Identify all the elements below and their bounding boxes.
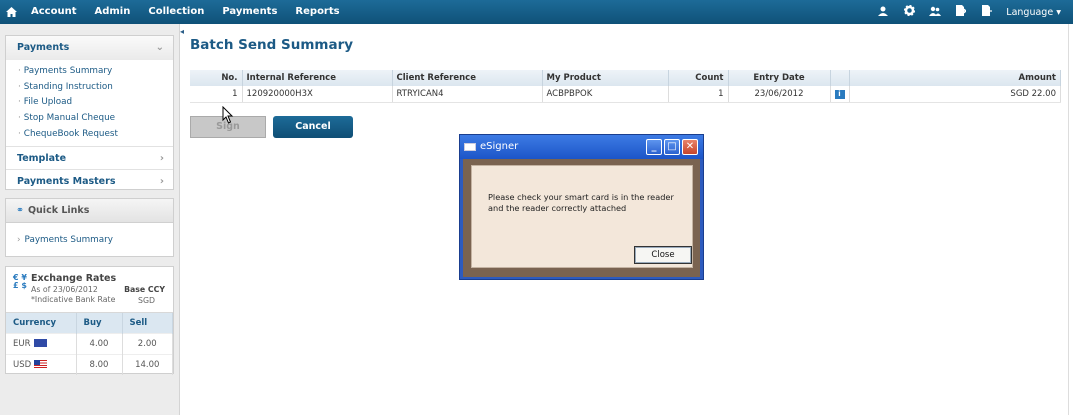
sidebar-item-chequebook-request[interactable]: · ChequeBook Request (6, 127, 173, 143)
cell-internal-reference: 120920000H3X (242, 86, 393, 103)
users-icon[interactable] (922, 6, 948, 19)
chevron-right-icon: › (159, 153, 164, 165)
currency-symbols-icon: € ¥ £ $ (13, 273, 27, 290)
column-header: Sell (122, 313, 173, 333)
column-header-internal-reference: Internal Reference (242, 70, 393, 86)
esigner-dialog: eSigner _ □ ✕ Please check your smart ca… (459, 134, 704, 280)
sidebar-item-payments-masters[interactable]: Payments Masters › (6, 169, 173, 192)
column-header-my-product: My Product (542, 70, 669, 86)
currency-code: USD (13, 359, 32, 370)
caret-down-icon: ▾ (1056, 6, 1061, 18)
quick-links-header: ⚭ Quick Links (6, 199, 173, 223)
sidebar: Payments ⌄ · Payments Summary · Standing I… (0, 24, 180, 415)
sidebar-item-standing-instruction[interactable]: · Standing Instruction (6, 80, 173, 96)
base-ccy-value: SGD (138, 296, 155, 305)
batch-table: No. Internal Reference Client Reference … (190, 70, 1061, 103)
table-row[interactable]: 1 120920000H3X RTRYICAN4 ACBPBPOK 1 23/0… (190, 86, 1061, 103)
menu-account[interactable]: Account (22, 0, 85, 24)
column-header: Buy (76, 313, 123, 333)
chevron-down-icon[interactable]: ⌄ (156, 36, 164, 60)
us-flag-icon (34, 360, 48, 369)
vertical-scrollbar[interactable] (1068, 24, 1073, 415)
window-app-icon (464, 143, 476, 151)
cell-client-reference: RTRYICAN4 (392, 86, 543, 103)
exchange-rates-date: As of 23/06/2012 (31, 285, 98, 294)
sidebar-item-stop-manual-cheque[interactable]: · Stop Manual Cheque (6, 111, 173, 127)
top-navigation-bar: Account Admin Collection Payments Report… (0, 0, 1073, 24)
table-row: USD 8.00 14.00 (6, 353, 173, 375)
close-button[interactable]: Close (634, 246, 692, 264)
dialog-frame: Please check your smart card is in the r… (463, 159, 700, 277)
home-icon[interactable] (0, 0, 22, 24)
currency-code: EUR (13, 338, 31, 349)
close-icon[interactable]: ✕ (682, 139, 698, 155)
buy-rate: 4.00 (76, 332, 123, 354)
sidebar-item-file-upload[interactable]: · File Upload (6, 95, 173, 111)
chevron-right-icon: › (159, 176, 164, 188)
base-ccy-label: Base CCY (124, 285, 165, 294)
indicative-rate-note: *Indicative Bank Rate (31, 295, 116, 304)
exchange-rates-title: Exchange Rates (31, 273, 117, 284)
dialog-title: eSigner (480, 141, 519, 152)
exchange-rates-table: Currency Buy Sell EUR 4.00 2.00 USD 8.00… (6, 313, 173, 375)
column-header-info (830, 70, 850, 86)
sell-rate: 14.00 (122, 353, 173, 375)
column-header-entry-date: Entry Date (728, 70, 831, 86)
chevron-right-icon: › (17, 235, 21, 245)
dialog-body: Please check your smart card is in the r… (471, 165, 693, 268)
logout-icon[interactable] (974, 5, 1000, 19)
sidebar-item-payments-summary[interactable]: · Payments Summary (6, 64, 173, 80)
cell-no: 1 (190, 86, 243, 103)
exchange-rates-panel: € ¥ £ $ Exchange Rates As of 23/06/2012 … (5, 266, 174, 375)
document-export-icon[interactable] (948, 5, 974, 19)
link-icon: ⚭ (16, 205, 24, 216)
info-icon[interactable]: i (834, 89, 845, 99)
quick-link-payments-summary[interactable]: › Payments Summary (6, 223, 173, 257)
gear-icon[interactable] (896, 4, 922, 19)
menu-reports[interactable]: Reports (286, 0, 348, 24)
eu-flag-icon (33, 339, 47, 347)
cell-amount: SGD 22.00 (849, 86, 1061, 103)
cell-entry-date: 23/06/2012 (728, 86, 831, 103)
user-icon[interactable] (870, 6, 896, 19)
language-dropdown[interactable]: Language ▾ (1000, 7, 1073, 18)
cancel-button[interactable]: Cancel (273, 116, 353, 138)
dialog-message: Please check your smart card is in the r… (488, 192, 674, 213)
minimize-icon[interactable]: _ (646, 139, 662, 155)
column-header-count: Count (668, 70, 729, 86)
maximize-icon[interactable]: □ (664, 139, 680, 155)
menu-collection[interactable]: Collection (139, 0, 213, 24)
mouse-cursor-icon (222, 106, 234, 124)
page-title: Batch Send Summary (190, 37, 354, 53)
sidebar-collapse-icon[interactable]: ◂ (180, 28, 185, 36)
cell-count: 1 (668, 86, 729, 103)
payments-panel: Payments ⌄ · Payments Summary · Standing I… (5, 35, 174, 190)
payments-panel-header[interactable]: Payments ⌄ (6, 36, 173, 60)
cell-my-product: ACBPBPOK (542, 86, 669, 103)
quick-links-panel: ⚭ Quick Links › Payments Summary (5, 198, 174, 257)
menu-admin[interactable]: Admin (85, 0, 139, 24)
sidebar-item-template[interactable]: Template › (6, 146, 173, 169)
column-header-no: No. (190, 70, 243, 86)
column-header: Currency (6, 313, 77, 333)
menu-payments[interactable]: Payments (213, 0, 286, 24)
table-row: EUR 4.00 2.00 (6, 332, 173, 354)
column-header-client-reference: Client Reference (392, 70, 543, 86)
sell-rate: 2.00 (122, 332, 173, 354)
column-header-amount: Amount (849, 70, 1061, 86)
buy-rate: 8.00 (76, 353, 123, 375)
